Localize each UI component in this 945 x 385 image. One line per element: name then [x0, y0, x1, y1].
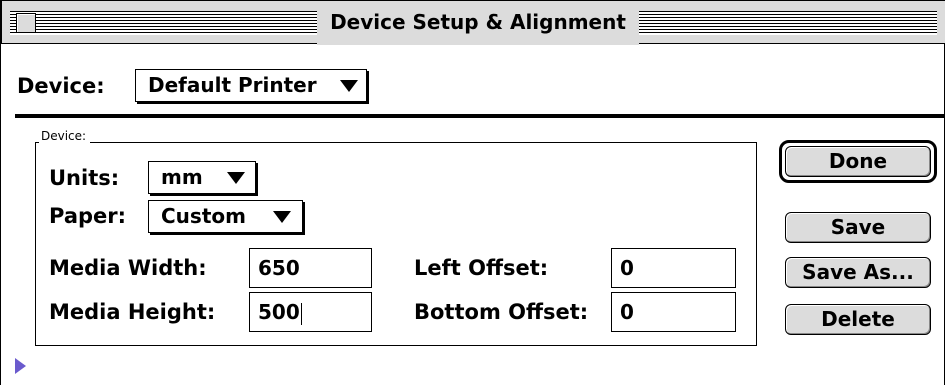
close-box-icon[interactable] — [16, 13, 36, 33]
disclosure-triangle-icon[interactable] — [15, 358, 26, 374]
title-bar-stripes-left — [10, 11, 317, 35]
done-button[interactable]: Done — [785, 146, 931, 177]
paper-label: Paper: — [49, 204, 127, 228]
group-legend: Device: — [39, 129, 91, 143]
media-height-field[interactable]: 500 — [249, 292, 372, 332]
units-popup[interactable]: mm — [148, 161, 256, 194]
window-title: Device Setup & Alignment — [317, 1, 639, 45]
bottom-offset-field[interactable]: 0 — [611, 292, 736, 332]
left-offset-value: 0 — [620, 256, 634, 280]
media-height-value: 500 — [258, 300, 300, 324]
separator — [15, 114, 945, 118]
device-label: Device: — [17, 74, 105, 98]
units-label: Units: — [49, 166, 120, 190]
title-bar[interactable]: Device Setup & Alignment — [1, 0, 945, 45]
dialog-window: Device Setup & Alignment Device: Default… — [0, 0, 945, 385]
left-offset-label: Left Offset: — [414, 256, 549, 280]
bottom-offset-value: 0 — [620, 300, 634, 324]
media-width-label: Media Width: — [49, 256, 207, 280]
paper-popup-value: Custom — [161, 204, 246, 228]
device-popup-value: Default Printer — [148, 73, 317, 97]
title-bar-stripes-right — [639, 11, 937, 35]
media-height-label: Media Height: — [49, 300, 216, 324]
save-as-button[interactable]: Save As... — [785, 257, 931, 288]
device-popup[interactable]: Default Printer — [135, 69, 367, 102]
bottom-offset-label: Bottom Offset: — [414, 300, 589, 324]
media-width-value: 650 — [258, 256, 300, 280]
text-caret — [300, 302, 302, 325]
left-offset-field[interactable]: 0 — [611, 248, 736, 288]
save-button[interactable]: Save — [785, 212, 931, 243]
media-width-field[interactable]: 650 — [249, 248, 372, 288]
chevron-down-icon — [227, 171, 245, 184]
delete-button[interactable]: Delete — [785, 304, 931, 335]
paper-popup[interactable]: Custom — [148, 200, 303, 233]
chevron-down-icon — [273, 210, 291, 223]
units-popup-value: mm — [161, 165, 203, 189]
chevron-down-icon — [340, 79, 358, 92]
